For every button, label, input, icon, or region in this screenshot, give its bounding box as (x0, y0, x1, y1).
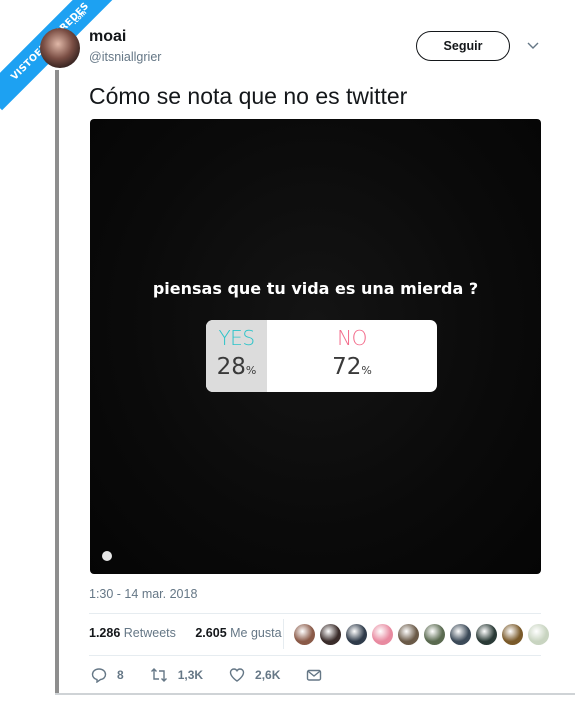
divider (89, 655, 541, 656)
liker-avatar[interactable] (450, 624, 471, 645)
liker-avatar[interactable] (502, 624, 523, 645)
poll-yes-label: YES (218, 326, 255, 350)
liker-avatar[interactable] (528, 624, 549, 645)
tweet-text: Cómo se nota que no es twitter (89, 83, 408, 109)
reply-count: 8 (117, 668, 124, 682)
poll-no-label: NO (337, 326, 367, 350)
avatar[interactable] (40, 28, 80, 68)
smiley-icon (102, 551, 112, 561)
poll-option-yes: YES 28% (206, 320, 267, 392)
like-count: 2,6K (255, 668, 281, 682)
retweets-stat[interactable]: 1.286 Retweets (89, 626, 184, 640)
action-bar: 8 1,3K 2,6K (91, 667, 358, 683)
liker-avatar[interactable] (424, 624, 445, 645)
likes-stat[interactable]: 2.605 Me gusta (195, 626, 289, 640)
direct-message-button[interactable] (306, 667, 332, 683)
reply-button[interactable]: 8 (91, 667, 124, 683)
tweet-card: VISTOENLASREDES .com moai @itsniallgrier… (0, 0, 582, 703)
liker-avatar[interactable] (398, 624, 419, 645)
divider (89, 613, 541, 614)
user-name[interactable]: moai (89, 28, 126, 46)
user-handle[interactable]: @itsniallgrier (89, 50, 161, 64)
envelope-icon (307, 669, 322, 681)
left-border (55, 70, 59, 695)
bottom-border (55, 693, 575, 695)
follow-button[interactable]: Seguir (416, 31, 510, 61)
liker-avatar[interactable] (476, 624, 497, 645)
engagement-stats: 1.286 Retweets 2.605 Me gusta (89, 626, 298, 640)
like-button[interactable]: 2,6K (229, 667, 280, 683)
poll-option-no: NO 72% (267, 320, 437, 392)
liker-avatar[interactable] (294, 624, 315, 645)
poll-sticker: YES 28% NO 72% (206, 320, 437, 392)
tweet-image[interactable]: piensas que tu vida es una mierda ? YES … (90, 119, 541, 574)
retweet-icon (150, 668, 167, 682)
chevron-down-icon[interactable] (526, 38, 540, 52)
retweet-button[interactable]: 1,3K (150, 667, 203, 683)
liker-avatar[interactable] (372, 624, 393, 645)
stats-divider (283, 619, 284, 649)
reply-icon (91, 668, 107, 683)
poll-question: piensas que tu vida es una mierda ? (152, 279, 479, 298)
tweet-timestamp[interactable]: 1:30 - 14 mar. 2018 (89, 587, 197, 601)
poll-no-percent: 72% (332, 354, 372, 380)
heart-icon (229, 668, 245, 682)
retweet-count: 1,3K (177, 668, 204, 682)
liker-avatar[interactable] (346, 624, 367, 645)
liker-avatars (294, 624, 554, 645)
liker-avatar[interactable] (320, 624, 341, 645)
poll-yes-percent: 28% (216, 354, 257, 380)
